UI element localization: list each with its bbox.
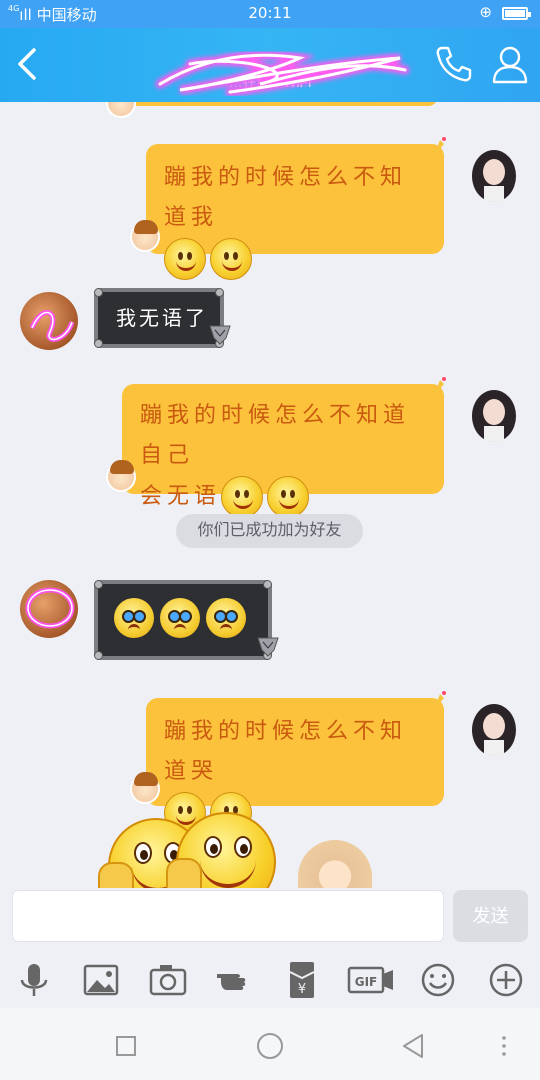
smile-emoji [210, 238, 252, 280]
sender-sticker [130, 772, 160, 804]
message-input[interactable] [12, 890, 444, 942]
person-icon[interactable] [488, 42, 532, 86]
crying-emoji [114, 598, 154, 638]
previous-message-edge [128, 102, 438, 106]
decepticon-badge-icon [209, 325, 231, 345]
image-icon[interactable] [79, 958, 123, 1002]
red-packet-icon[interactable]: ¥ [280, 958, 324, 1002]
microphone-icon[interactable] [12, 958, 56, 1002]
contact-avatar[interactable] [20, 292, 78, 350]
rotation-lock-icon: ⊕ [479, 3, 492, 21]
status-bar: 4Gıll 中国移动 20:11 ⊕ [0, 0, 540, 28]
sender-sticker [106, 460, 136, 492]
message-bubble-out[interactable]: 蹦我的时候怎么不知道我 [146, 144, 444, 280]
gif-label: GIF [355, 975, 378, 989]
left-hand [98, 862, 134, 888]
home-circle-icon[interactable] [252, 1028, 288, 1064]
sparkle-pin-icon [434, 137, 446, 156]
clock: 20:11 [248, 4, 292, 22]
my-avatar[interactable] [464, 696, 524, 756]
sender-sticker [130, 220, 160, 252]
smile-emoji [221, 476, 264, 518]
message-text: 蹦我的时候怎么不知道哭 [164, 719, 408, 784]
message-text-line2: 会无语 [140, 484, 222, 509]
back-triangle-icon[interactable] [396, 1028, 432, 1064]
sparkle-pin-icon [434, 377, 446, 396]
my-avatar[interactable] [464, 142, 524, 202]
smile-emoji [267, 476, 310, 518]
pointing-hand-icon[interactable] [213, 958, 257, 1002]
my-avatar[interactable] [464, 382, 524, 442]
chat-area[interactable]: 蹦我的时候怎么不知道我 我无语了 蹦我的时候怎么不知道自己 会无语 你们已成功加… [0, 102, 540, 888]
right-hand [166, 858, 202, 888]
blonde-girl-sticker [298, 840, 372, 888]
sparkle-pin-icon [434, 691, 446, 710]
message-bubble-out[interactable]: 蹦我的时候怎么不知道哭 [146, 698, 444, 834]
decepticon-badge-icon [257, 637, 279, 657]
chat-toolbar: ¥ GIF [0, 950, 540, 1008]
input-bar: 发送 [0, 888, 540, 950]
message-bubble-in[interactable]: 我无语了 [94, 288, 224, 348]
message-text-line1: 蹦我的时候怎么不知道自己 [140, 403, 411, 468]
svg-text:¥: ¥ [298, 982, 306, 997]
plus-icon[interactable] [484, 958, 528, 1002]
contact-avatar[interactable] [20, 580, 78, 638]
message-text: 蹦我的时候怎么不知道我 [164, 165, 408, 230]
battery-icon [502, 7, 531, 20]
smiley-icon[interactable] [416, 958, 460, 1002]
more-dots-icon[interactable] [486, 1028, 522, 1064]
redaction-scribble [155, 50, 410, 97]
camera-icon[interactable] [146, 958, 190, 1002]
phone-icon[interactable] [432, 42, 476, 86]
crying-emoji [160, 598, 200, 638]
system-notice: 你们已成功加为好友 [176, 514, 363, 548]
system-nav-bar [0, 1008, 540, 1080]
smile-emoji [164, 238, 206, 280]
sender-sticker [106, 102, 136, 118]
message-text: 我无语了 [116, 306, 208, 330]
send-button[interactable]: 发送 [453, 890, 528, 942]
crying-emoji [206, 598, 246, 638]
back-arrow-icon[interactable] [8, 42, 48, 86]
recent-apps-square-icon[interactable] [108, 1028, 144, 1064]
message-bubble-in[interactable] [94, 580, 272, 660]
chat-header: …在线 - WiFi [0, 28, 540, 102]
message-bubble-out[interactable]: 蹦我的时候怎么不知道自己 会无语 [122, 384, 444, 518]
gif-icon[interactable]: GIF [347, 958, 395, 1002]
